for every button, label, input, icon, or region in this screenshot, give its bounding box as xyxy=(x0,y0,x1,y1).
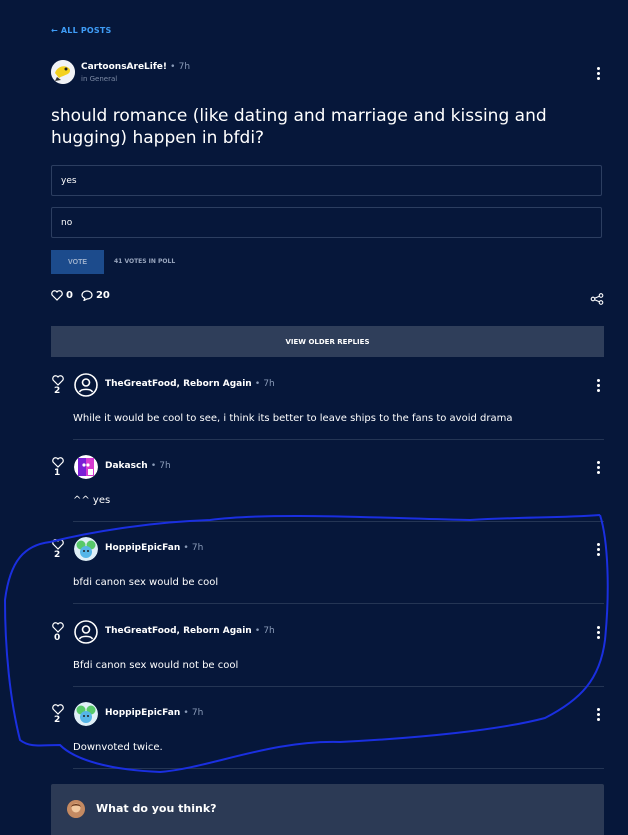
post-header: CartoonsAreLife! • 7h in General xyxy=(51,60,611,90)
reply-author[interactable]: TheGreatFood, Reborn Again • 7h xyxy=(105,379,275,389)
separator-dot: • xyxy=(183,708,189,718)
post-comment-count: 20 xyxy=(95,290,110,301)
poll-option-yes[interactable]: yes xyxy=(51,165,602,196)
reply-like-count: 1 xyxy=(54,468,61,478)
all-posts-link[interactable]: ← ALL POSTS xyxy=(51,26,112,35)
comment-input-placeholder[interactable]: What do you think? xyxy=(96,802,217,815)
heart-icon xyxy=(52,539,64,550)
reply-like-count: 0 xyxy=(54,633,61,643)
comment-composer[interactable]: What do you think? xyxy=(51,784,604,835)
post-like-count: 0 xyxy=(66,290,73,301)
reply-time: 7h xyxy=(191,543,204,553)
reply-menu-icon[interactable] xyxy=(596,543,600,556)
divider xyxy=(73,768,604,769)
heart-icon xyxy=(52,457,64,468)
reply-author-name[interactable]: Dakasch xyxy=(105,461,148,471)
heart-icon xyxy=(52,704,64,715)
post-page: ← ALL POSTS CartoonsAreLife! • 7h in Gen… xyxy=(0,0,628,835)
purple-character-avatar[interactable] xyxy=(74,455,98,479)
heart-icon xyxy=(52,375,64,386)
reply-like-count: 2 xyxy=(54,550,61,560)
share-icon[interactable] xyxy=(590,290,604,309)
post-author-name[interactable]: CartoonsAreLife! xyxy=(81,62,167,72)
poll-votes-count: 41 VOTES IN POLL xyxy=(114,258,176,265)
reply-text: Downvoted twice. xyxy=(73,742,163,753)
author-avatar[interactable] xyxy=(51,60,75,84)
heart-icon xyxy=(51,290,63,301)
separator-dot: • xyxy=(170,62,176,72)
reply-text: While it would be cool to see, i think i… xyxy=(73,413,513,424)
post-reactions: 0 20 xyxy=(51,290,110,301)
post-author[interactable]: CartoonsAreLife! • 7h xyxy=(81,62,190,72)
reply-text: Bfdi canon sex would not be cool xyxy=(73,660,239,671)
post-menu-icon[interactable] xyxy=(596,67,600,80)
reply-menu-icon[interactable] xyxy=(596,708,600,721)
user-avatar xyxy=(67,800,85,818)
reply-like-count: 2 xyxy=(54,715,61,725)
reply-text: bfdi canon sex would be cool xyxy=(73,577,219,588)
default-user-icon[interactable] xyxy=(74,620,98,644)
poll-option-no[interactable]: no xyxy=(51,207,602,238)
reply-menu-icon[interactable] xyxy=(596,379,600,392)
reply-time: 7h xyxy=(191,708,204,718)
reply-author-name[interactable]: HoppipEpicFan xyxy=(105,708,180,718)
reply-author-name[interactable]: TheGreatFood, Reborn Again xyxy=(105,379,252,389)
default-user-icon[interactable] xyxy=(74,373,98,397)
reply-like-count: 2 xyxy=(54,386,61,396)
divider xyxy=(73,521,604,522)
vote-button[interactable]: VOTE xyxy=(51,250,104,274)
post-like-button[interactable]: 0 xyxy=(51,290,73,301)
reply-menu-icon[interactable] xyxy=(596,461,600,474)
reply-author[interactable]: HoppipEpicFan • 7h xyxy=(105,543,203,553)
reply-time: 7h xyxy=(159,461,171,471)
reply-author[interactable]: HoppipEpicFan • 7h xyxy=(105,708,203,718)
heart-icon xyxy=(52,622,64,633)
post-comment-button[interactable]: 20 xyxy=(81,290,110,301)
divider xyxy=(73,686,604,687)
separator-dot: • xyxy=(254,379,261,389)
comment-icon xyxy=(81,290,93,301)
hoppip-avatar[interactable] xyxy=(74,537,98,561)
hoppip-avatar[interactable] xyxy=(74,702,98,726)
post-category[interactable]: in General xyxy=(81,75,117,83)
reply-author-name[interactable]: TheGreatFood, Reborn Again xyxy=(105,626,252,636)
reply-time: 7h xyxy=(263,626,275,636)
separator-dot: • xyxy=(183,543,189,553)
reply-text: ^^ yes xyxy=(73,495,111,506)
reply-time: 7h xyxy=(263,379,275,389)
divider xyxy=(73,603,604,604)
reply-author-name[interactable]: HoppipEpicFan xyxy=(105,543,180,553)
reply-author[interactable]: TheGreatFood, Reborn Again • 7h xyxy=(105,626,275,636)
reply-author[interactable]: Dakasch • 7h xyxy=(105,461,171,471)
view-older-replies-button[interactable]: VIEW OLDER REPLIES xyxy=(51,326,604,357)
reply-menu-icon[interactable] xyxy=(596,626,600,639)
post-title: should romance (like dating and marriage… xyxy=(51,106,547,148)
separator-dot: • xyxy=(150,461,157,471)
post-time: 7h xyxy=(178,62,191,72)
divider xyxy=(73,439,604,440)
separator-dot: • xyxy=(254,626,261,636)
